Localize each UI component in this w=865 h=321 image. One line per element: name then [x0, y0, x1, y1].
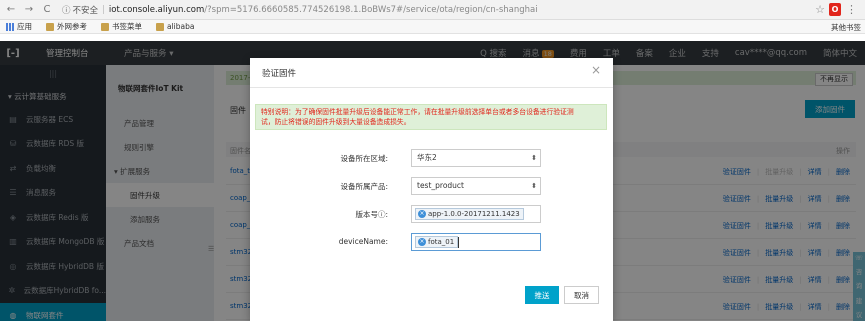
- bookmark-label: 书签菜单: [112, 22, 142, 31]
- tip-line: 特别说明：为了确保固件批量升级后设备能正常工作，请在批量升级前选择单台或者多台设…: [261, 108, 574, 116]
- address-bar[interactable]: ⓘ 不安全 | iot.console.aliyun.com /?spm=517…: [62, 3, 538, 17]
- device-tag-input[interactable]: × fota_01: [411, 233, 541, 251]
- apps-icon: [6, 22, 14, 31]
- select-arrows-icon: ⬍: [531, 154, 537, 162]
- version-label: 版本号ⓘ:: [355, 210, 388, 219]
- dialog-title: 验证固件: [262, 69, 297, 79]
- separator: |: [102, 4, 105, 15]
- cancel-button[interactable]: 取消: [564, 286, 599, 304]
- region-value: 华东2: [417, 153, 437, 162]
- remove-tag-icon[interactable]: ×: [418, 210, 426, 218]
- bookmarks-bar: 应用 外网参考 书签菜单 alibaba 其他书签: [0, 20, 865, 34]
- back-button[interactable]: ←: [4, 3, 18, 17]
- text-cursor: [458, 237, 459, 248]
- version-tag: × app-1.0.0-20171211.1423: [415, 208, 524, 220]
- product-value: test_product: [417, 181, 464, 190]
- folder-icon: [46, 22, 54, 31]
- bookmark-item[interactable]: 外网参考: [46, 21, 87, 32]
- extension-icon[interactable]: O: [829, 3, 841, 16]
- select-arrows-icon: ⬍: [531, 182, 537, 190]
- bookmark-item[interactable]: alibaba: [156, 22, 194, 31]
- browser-menu-icon[interactable]: ⋮: [846, 3, 857, 16]
- device-label: deviceName:: [338, 237, 388, 246]
- device-tag-text: fota_01: [428, 238, 455, 246]
- url-path: /?spm=5176.6660585.774526198.1.BoBWs7#/s…: [204, 4, 538, 15]
- bookmark-label: alibaba: [167, 22, 195, 31]
- version-row: 版本号ⓘ: × app-1.0.0-20171211.1423: [250, 205, 613, 223]
- bookmark-star-icon[interactable]: ☆: [815, 3, 825, 16]
- browser-toolbar: ← → C ⓘ 不安全 | iot.console.aliyun.com /?s…: [0, 0, 865, 20]
- other-bookmarks[interactable]: 其他书签: [831, 22, 861, 33]
- security-label: 不安全: [72, 5, 99, 16]
- verify-firmware-dialog: 验证固件 × 特别说明：为了确保固件批量升级后设备能正常工作，请在批量升级前选择…: [250, 58, 613, 321]
- region-select[interactable]: 华东2 ⬍: [411, 149, 541, 167]
- folder-icon: [156, 22, 164, 31]
- bookmark-label: 其他书签: [831, 23, 861, 32]
- reload-button[interactable]: C: [40, 3, 54, 17]
- product-label: 设备所属产品:: [340, 182, 388, 191]
- forward-button[interactable]: →: [22, 3, 36, 17]
- push-button[interactable]: 推送: [525, 286, 559, 304]
- bookmark-item[interactable]: 书签菜单: [101, 21, 142, 32]
- bookmark-label: 应用: [17, 22, 32, 31]
- bookmark-label: 外网参考: [57, 22, 87, 31]
- version-tag-text: app-1.0.0-20171211.1423: [428, 210, 520, 218]
- info-icon[interactable]: ⓘ: [62, 4, 71, 16]
- version-tag-input[interactable]: × app-1.0.0-20171211.1423: [411, 205, 541, 223]
- region-label: 设备所在区域:: [340, 154, 388, 163]
- region-row: 设备所在区域: 华东2 ⬍: [250, 149, 613, 167]
- folder-icon: [101, 22, 109, 31]
- device-row: deviceName: × fota_01: [250, 233, 613, 251]
- product-select[interactable]: test_product ⬍: [411, 177, 541, 195]
- url-host: iot.console.aliyun.com: [108, 4, 205, 15]
- remove-tag-icon[interactable]: ×: [418, 238, 426, 246]
- device-tag: × fota_01: [415, 236, 459, 248]
- bookmark-apps[interactable]: 应用: [6, 21, 32, 32]
- divider: [250, 87, 613, 88]
- tip-line: 试，防止将错误的固件升级到大量设备造成损失。: [261, 118, 411, 126]
- close-icon[interactable]: ×: [591, 63, 601, 77]
- warning-tip: 特别说明：为了确保固件批量升级后设备能正常工作，请在批量升级前选择单台或者多台设…: [255, 104, 607, 130]
- product-row: 设备所属产品: test_product ⬍: [250, 177, 613, 195]
